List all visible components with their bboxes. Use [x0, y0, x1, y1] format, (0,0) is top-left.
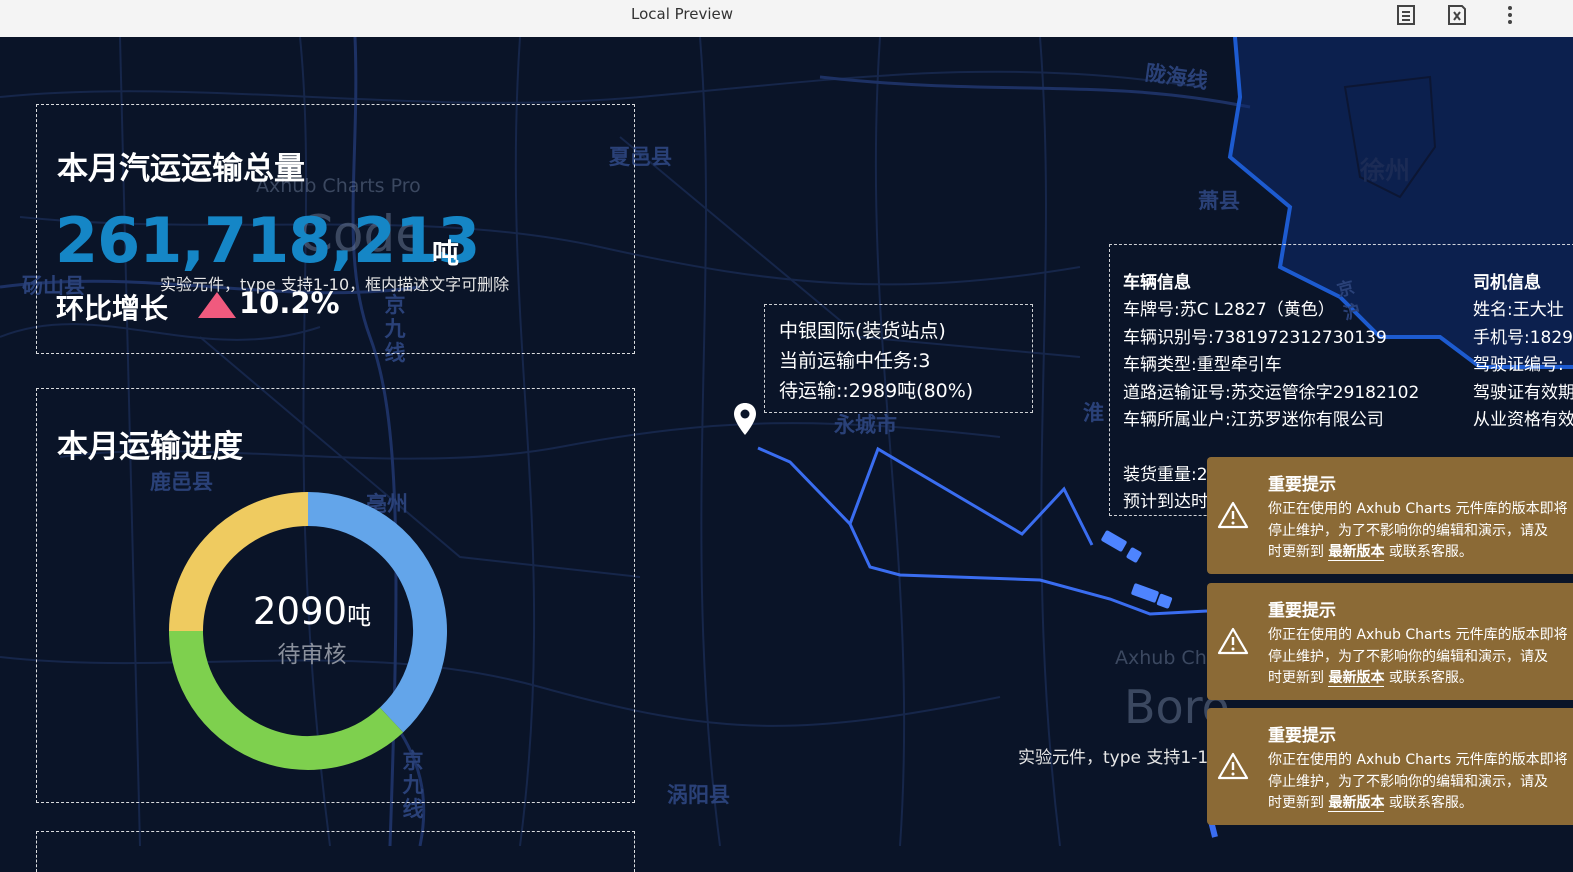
toast-line: 时更新到	[1268, 544, 1329, 560]
window-title: Local Preview	[631, 5, 734, 23]
warning-toast[interactable]: 重要提示 你正在使用的 Axhub Charts 元件库的版本即将 停止维护，为…	[1207, 583, 1573, 700]
toast-title: 重要提示	[1268, 726, 1336, 746]
map-label-yongcheng: 永城市	[834, 413, 897, 437]
pending-label: 待审核	[277, 642, 347, 668]
total-volume-unit: 吨	[432, 239, 459, 270]
reader-icon[interactable]	[1395, 4, 1417, 28]
summary-title: 本月汽运运输总量	[57, 151, 305, 187]
component-note-right: 实验元件，type 支持1-10	[1018, 748, 1219, 768]
toast-line: 你正在使用的 Axhub Charts 元件库的版本即将	[1268, 752, 1568, 768]
pending-weight-unit: 吨	[347, 602, 372, 630]
toast-line: 时更新到	[1268, 795, 1329, 811]
toast-title: 重要提示	[1268, 601, 1336, 621]
toast-body: 你正在使用的 Axhub Charts 元件库的版本即将 停止维护，为了不影响你…	[1268, 750, 1568, 815]
map-label-xiaoxian: 萧县	[1198, 189, 1240, 213]
driver-license: 驾驶证编号:	[1473, 355, 1564, 375]
watermark-axhub-right: Axhub Cha	[1115, 647, 1219, 669]
driver-qualification: 从业资格有效	[1473, 410, 1573, 430]
truck-icon[interactable]	[1101, 530, 1143, 563]
progress-title: 本月运输进度	[57, 429, 243, 465]
warning-icon	[1217, 752, 1249, 784]
vehicle-type: 车辆类型:重型牵引车	[1123, 355, 1282, 375]
toast-line: 停止维护，为了不影响你的编辑和演示，请及	[1268, 773, 1548, 790]
vehicle-heading: 车辆信息	[1123, 273, 1191, 293]
map-label-huai: 淮	[1083, 401, 1104, 425]
up-arrow-icon	[198, 292, 236, 318]
warning-icon	[1217, 501, 1249, 533]
latest-version-link[interactable]: 最新版本	[1328, 670, 1385, 687]
map-label-xuzhou: 徐州	[1360, 156, 1411, 185]
toast-line: 或联系客服。	[1384, 670, 1473, 686]
toast-line: 你正在使用的 Axhub Charts 元件库的版本即将	[1268, 627, 1568, 643]
map-label-woyang: 涡阳县	[667, 783, 730, 807]
station-name: 中银国际(装货站点)	[779, 320, 946, 342]
toast-title: 重要提示	[1268, 475, 1336, 495]
pending-weight-value: 2090	[252, 590, 348, 633]
warning-toast[interactable]: 重要提示 你正在使用的 Axhub Charts 元件库的版本即将 停止维护，为…	[1207, 708, 1573, 825]
station-pending: 待运输::2989吨(80%)	[779, 380, 974, 402]
toast-line: 停止维护，为了不影响你的编辑和演示，请及	[1268, 648, 1548, 665]
toast-line: 停止维护，为了不影响你的编辑和演示，请及	[1268, 522, 1548, 539]
toast-line: 或联系客服。	[1384, 795, 1473, 811]
driver-name: 姓名:王大壮	[1473, 300, 1564, 320]
donut-center: 2090吨 待审核	[212, 590, 412, 669]
growth-label: 环比增长	[56, 292, 169, 325]
toast-body: 你正在使用的 Axhub Charts 元件库的版本即将 停止维护，为了不影响你…	[1268, 499, 1568, 564]
vehicle-plate: 车牌号:苏C L2827（黄色）	[1123, 300, 1335, 320]
toast-body: 你正在使用的 Axhub Charts 元件库的版本即将 停止维护，为了不影响你…	[1268, 625, 1568, 690]
preview-titlebar: Local Preview	[0, 0, 1573, 38]
station-callout[interactable]: 中银国际(装货站点) 当前运输中任务:3 待运输::2989吨(80%)	[764, 304, 1033, 413]
more-icon[interactable]	[1499, 4, 1521, 28]
toast-line: 你正在使用的 Axhub Charts 元件库的版本即将	[1268, 501, 1568, 517]
station-tasks: 当前运输中任务:3	[779, 350, 931, 372]
vehicle-permit: 道路运输证号:苏交运管徐字29182102	[1123, 383, 1420, 403]
location-pin-icon[interactable]	[733, 402, 757, 440]
latest-version-link[interactable]: 最新版本	[1328, 544, 1385, 561]
third-panel	[36, 831, 635, 872]
driver-heading: 司机信息	[1473, 273, 1541, 293]
growth-value: 10.2%	[239, 286, 340, 320]
close-tab-icon[interactable]	[1446, 4, 1468, 28]
latest-version-link[interactable]: 最新版本	[1328, 795, 1385, 812]
toast-line: 时更新到	[1268, 670, 1329, 686]
vehicle-vin: 车辆识别号:7381972312730139	[1123, 328, 1387, 348]
vehicle-owner: 车辆所属业户:江苏罗迷你有限公司	[1123, 410, 1384, 430]
warning-toast[interactable]: 重要提示 你正在使用的 Axhub Charts 元件库的版本即将 停止维护，为…	[1207, 457, 1573, 574]
vehicle-load: 装货重量:2	[1123, 465, 1208, 485]
toast-line: 或联系客服。	[1384, 544, 1473, 560]
truck-icon[interactable]	[1131, 583, 1173, 609]
driver-phone: 手机号:1829	[1473, 328, 1573, 348]
vehicle-eta: 预计到达时	[1123, 492, 1208, 512]
driver-license-valid: 驾驶证有效期	[1473, 383, 1573, 403]
warning-icon	[1217, 627, 1249, 659]
pending-weight: 2090吨	[212, 590, 412, 633]
total-volume-value: 261,718,213	[55, 204, 480, 277]
